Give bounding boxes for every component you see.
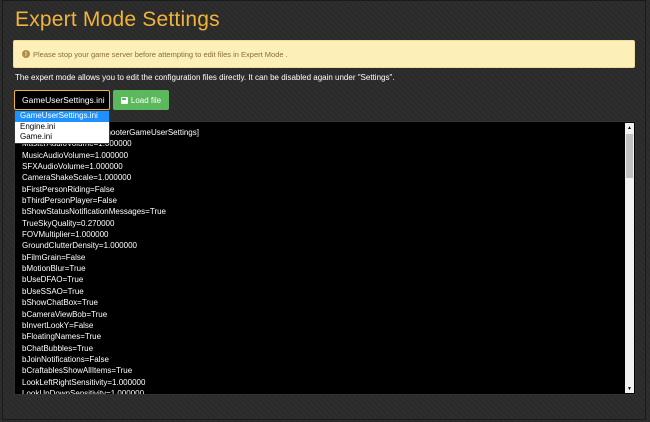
page-title: Expert Mode Settings bbox=[15, 8, 220, 31]
load-file-button[interactable]: Load file bbox=[113, 90, 169, 110]
editor-line[interactable]: bThirdPersonPlayer=False bbox=[22, 195, 199, 206]
editor-line[interactable]: FOVMultiplier=1.000000 bbox=[22, 229, 199, 240]
editor-line[interactable]: bFloatingNames=True bbox=[22, 331, 199, 342]
dropdown-option-game[interactable]: Game.ini bbox=[15, 132, 109, 143]
description-text: The expert mode allows you to edit the c… bbox=[15, 73, 395, 82]
editor-line[interactable]: GroundClutterDensity=1.000000 bbox=[22, 240, 199, 251]
file-select[interactable]: GameUserSettings.ini bbox=[14, 90, 110, 110]
editor-line[interactable]: bMotionBlur=True bbox=[22, 263, 199, 274]
save-icon bbox=[120, 96, 128, 104]
editor-line[interactable]: bFilmGrain=False bbox=[22, 252, 199, 263]
file-dropdown-menu[interactable]: GameUserSettings.ini Engine.ini Game.ini bbox=[14, 110, 110, 144]
editor-line[interactable]: bUseSSAO=True bbox=[22, 286, 199, 297]
editor-line[interactable]: bShowStatusNotificationMessages=True bbox=[22, 206, 199, 217]
editor-line[interactable]: bShowChatBox=True bbox=[22, 297, 199, 308]
editor-line[interactable]: TrueSkyQuality=0.270000 bbox=[22, 218, 199, 229]
triangle-down-icon[interactable]: ▼ bbox=[625, 384, 634, 393]
editor-line[interactable]: LookLeftRightSensitivity=1.000000 bbox=[22, 377, 199, 388]
editor-line[interactable]: CameraShakeScale=1.000000 bbox=[22, 172, 199, 183]
editor-line[interactable]: bInvertLookY=False bbox=[22, 320, 199, 331]
editor-line[interactable]: bCameraViewBob=True bbox=[22, 309, 199, 320]
editor-scrollbar[interactable]: ▲ ▼ bbox=[625, 123, 634, 393]
editor-line[interactable]: bUseDFAO=True bbox=[22, 274, 199, 285]
warning-alert: ! Please stop your game server before at… bbox=[13, 40, 635, 68]
editor-line[interactable]: bJoinNotifications=False bbox=[22, 354, 199, 365]
editor-line[interactable]: SFXAudioVolume=1.000000 bbox=[22, 161, 199, 172]
config-editor[interactable]: [/Script/ShooterGame.ShooterGameUserSett… bbox=[14, 121, 636, 395]
info-circle-icon: ! bbox=[22, 50, 30, 58]
editor-line[interactable]: bCraftablesShowAllItems=True bbox=[22, 365, 199, 376]
triangle-up-icon[interactable]: ▲ bbox=[625, 123, 634, 132]
dropdown-option-gameusersettings[interactable]: GameUserSettings.ini bbox=[15, 111, 109, 122]
alert-text: Please stop your game server before atte… bbox=[33, 49, 288, 59]
editor-line[interactable]: bFirstPersonRiding=False bbox=[22, 184, 199, 195]
editor-line[interactable]: LookUpDownSensitivity=1.000000 bbox=[22, 388, 199, 394]
editor-content[interactable]: [/Script/ShooterGame.ShooterGameUserSett… bbox=[22, 127, 199, 394]
dropdown-option-engine[interactable]: Engine.ini bbox=[15, 122, 109, 133]
load-file-label: Load file bbox=[130, 95, 162, 105]
editor-line[interactable]: MusicAudioVolume=1.000000 bbox=[22, 150, 199, 161]
scrollbar-thumb[interactable] bbox=[626, 134, 633, 178]
editor-line[interactable]: bChatBubbles=True bbox=[22, 343, 199, 354]
